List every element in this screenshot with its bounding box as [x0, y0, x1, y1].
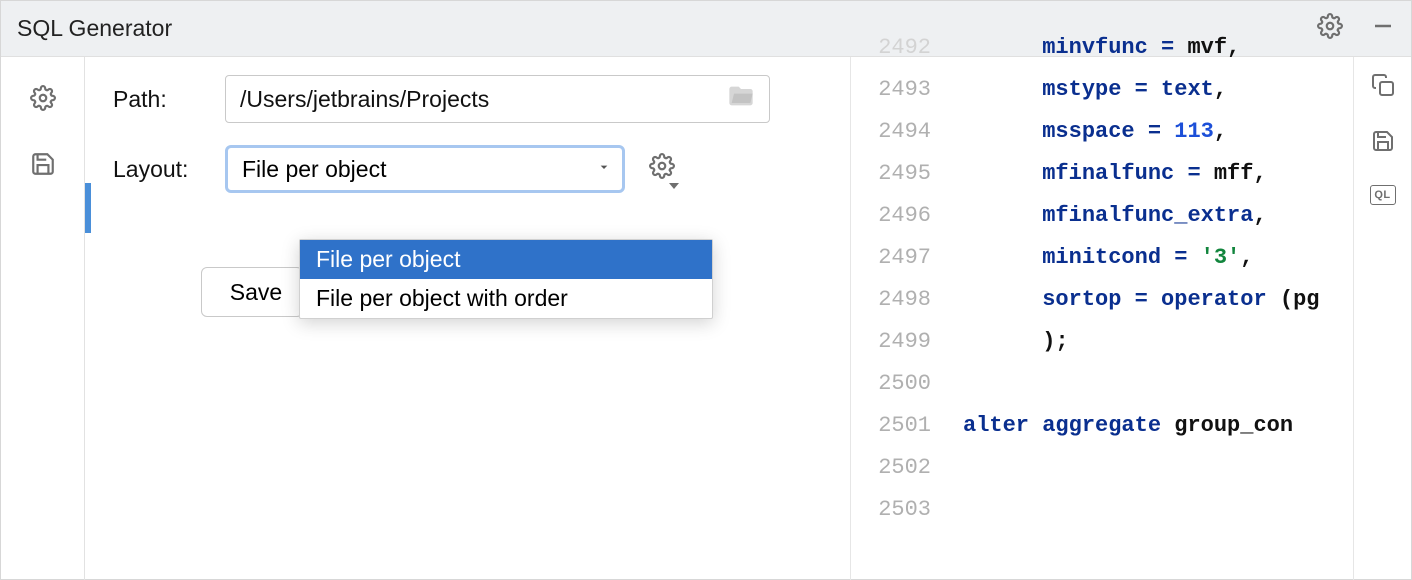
window: SQL Generator Path: /Users/jetbrai — [0, 0, 1412, 580]
folder-open-icon[interactable] — [727, 82, 755, 116]
right-toolbar: QL — [1353, 57, 1411, 580]
layout-option-1[interactable]: File per object with order — [300, 279, 712, 318]
code-area[interactable]: minvfunc = mvf, mstype = text, msspace =… — [943, 21, 1353, 580]
code-line: mfinalfunc = mff, — [963, 153, 1353, 195]
save-icon[interactable] — [1371, 129, 1395, 159]
line-number: 2496 — [851, 195, 931, 237]
save-icon[interactable] — [30, 151, 56, 183]
line-number: 2498 — [851, 279, 931, 321]
copy-icon[interactable] — [1371, 73, 1395, 103]
ql-icon[interactable]: QL — [1370, 185, 1396, 205]
code-line — [963, 447, 1353, 489]
active-indicator — [85, 183, 91, 233]
line-number: 2493 — [851, 69, 931, 111]
code-line: mfinalfunc_extra, — [963, 195, 1353, 237]
line-number: 2499 — [851, 321, 931, 363]
path-value: /Users/jetbrains/Projects — [240, 86, 727, 113]
layout-settings-icon[interactable] — [649, 153, 675, 185]
layout-option-0[interactable]: File per object — [300, 240, 712, 279]
code-line — [963, 489, 1353, 531]
save-button-label: Save — [230, 279, 282, 306]
code-line: sortop = operator (pg — [963, 279, 1353, 321]
config-panel: Path: /Users/jetbrains/Projects Layout: … — [85, 57, 851, 580]
line-gutter: 2492 24932494249524962497249824992500250… — [851, 57, 943, 580]
code-line: minvfunc = mvf, — [963, 27, 1353, 69]
path-label: Path: — [113, 86, 225, 113]
code-line: mstype = text, — [963, 69, 1353, 111]
chevron-down-icon — [596, 157, 612, 181]
left-toolbar — [1, 57, 85, 580]
path-input[interactable]: /Users/jetbrains/Projects — [225, 75, 770, 123]
code-line — [963, 363, 1353, 405]
gear-icon[interactable] — [30, 85, 56, 117]
line-number: 2500 — [851, 363, 931, 405]
layout-label: Layout: — [113, 156, 225, 183]
line-number: 2497 — [851, 237, 931, 279]
line-number: 2495 — [851, 153, 931, 195]
line-number: 2502 — [851, 447, 931, 489]
layout-dropdown: File per object File per object with ord… — [299, 239, 713, 319]
minimize-icon[interactable] — [1371, 14, 1395, 44]
layout-combobox[interactable]: File per object — [225, 145, 625, 193]
code-line: alter aggregate group_con — [963, 405, 1353, 447]
line-number: 2501 — [851, 405, 931, 447]
line-number: 2503 — [851, 489, 931, 531]
line-number: 2494 — [851, 111, 931, 153]
sql-preview: 2492 24932494249524962497249824992500250… — [851, 57, 1353, 580]
code-line: ); — [963, 321, 1353, 363]
save-button[interactable]: Save — [201, 267, 303, 317]
layout-value: File per object — [242, 156, 596, 183]
code-line: minitcond = '3', — [963, 237, 1353, 279]
line-number: 2492 — [851, 27, 931, 69]
code-line: msspace = 113, — [963, 111, 1353, 153]
